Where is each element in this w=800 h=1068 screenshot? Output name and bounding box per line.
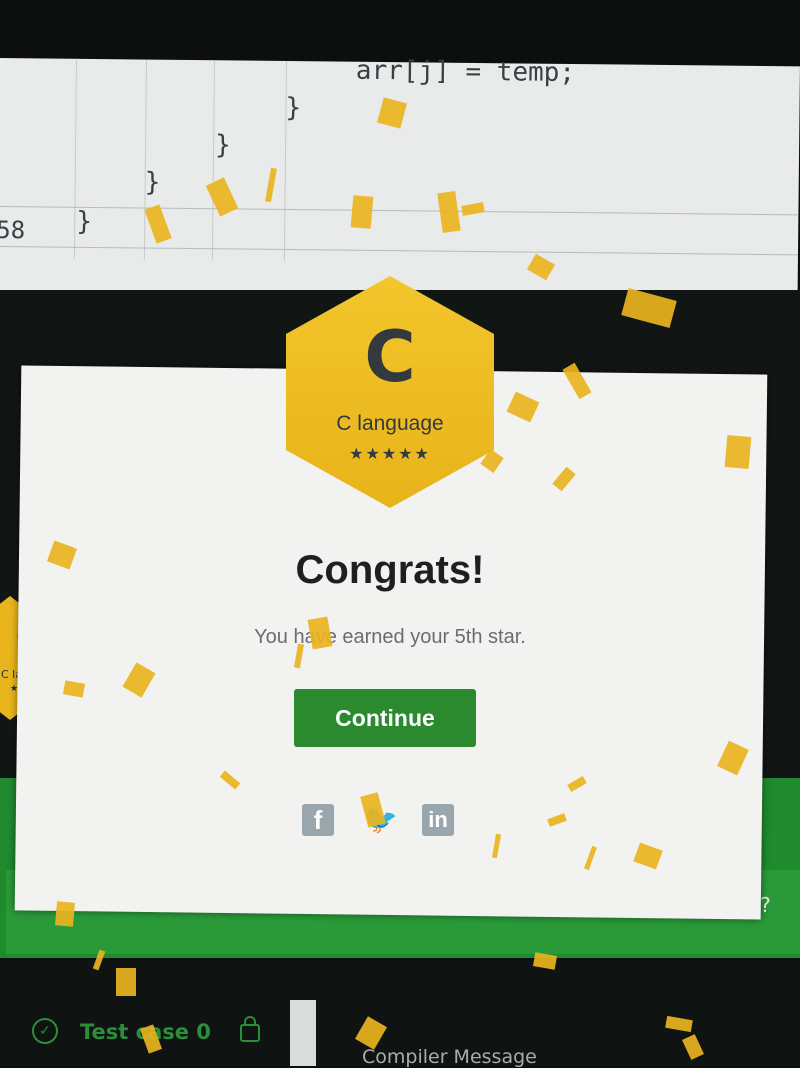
current-line-border bbox=[0, 205, 799, 216]
code-line: } bbox=[214, 130, 231, 161]
lock-icon bbox=[240, 1016, 260, 1042]
modal-message: You have earned your 5th star. bbox=[254, 626, 526, 648]
scrollbar-thumb[interactable] bbox=[290, 1000, 316, 1066]
facebook-icon[interactable]: f bbox=[302, 804, 334, 836]
badge-letter: C bbox=[364, 316, 416, 398]
code-editor[interactable]: arr[j] = temp; } } } 58 } bbox=[0, 55, 800, 309]
line-number: 58 bbox=[0, 215, 26, 245]
code-line: arr[j] = temp; bbox=[355, 55, 576, 89]
badge-stars: ★★★★★ bbox=[349, 444, 431, 463]
compiler-message-label: Compiler Message bbox=[362, 1046, 537, 1068]
confetti-piece bbox=[54, 901, 76, 927]
linkedin-icon[interactable]: in bbox=[422, 804, 454, 836]
code-line: } bbox=[285, 92, 302, 124]
confetti-piece bbox=[724, 435, 752, 469]
indent-guide bbox=[283, 60, 287, 261]
continue-button[interactable]: Continue bbox=[294, 689, 476, 747]
confetti-piece bbox=[350, 195, 374, 229]
check-circle-icon: ✓ bbox=[32, 1018, 58, 1044]
code-line: } bbox=[76, 206, 93, 237]
confetti-piece bbox=[116, 968, 136, 996]
indent-guide bbox=[143, 59, 147, 260]
modal-heading: Congrats! bbox=[295, 548, 485, 592]
current-line-border bbox=[0, 245, 798, 256]
badge-title: C language bbox=[336, 412, 444, 435]
code-line: } bbox=[144, 167, 161, 198]
